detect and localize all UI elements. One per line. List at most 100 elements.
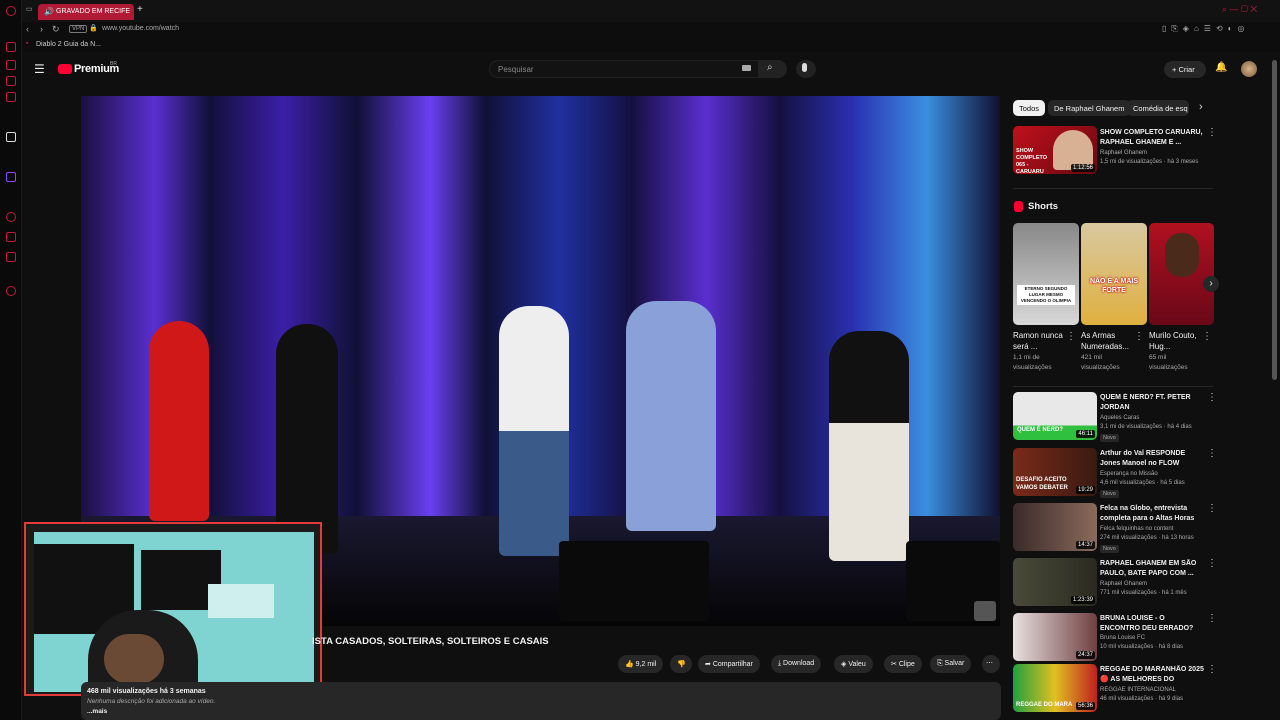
video-channel[interactable]: Bruna Louise FC: [1100, 635, 1145, 641]
reload-icon[interactable]: ↻: [52, 24, 60, 35]
messenger-icon[interactable]: [6, 60, 16, 70]
video-thumbnail[interactable]: SHOW COMPLETO 065 - CARUARU 1:12:56: [1013, 126, 1097, 174]
clipboard-icon[interactable]: [6, 92, 16, 102]
short-menu-icon[interactable]: ⋮: [1134, 331, 1144, 342]
short-title[interactable]: Ramon nunca será ...: [1013, 330, 1073, 352]
video-menu-icon[interactable]: ⋮: [1207, 503, 1217, 514]
mic-button[interactable]: [796, 60, 816, 78]
video-channel[interactable]: Raphael Ghanem: [1100, 581, 1147, 587]
webcam-face: [104, 634, 164, 684]
shorts-next-icon[interactable]: ›: [1203, 276, 1219, 292]
search-button[interactable]: ⌕: [759, 60, 787, 78]
more-actions-button[interactable]: ⋯: [982, 655, 1000, 673]
video-thumbnail[interactable]: 14:37: [1013, 503, 1097, 551]
short-title[interactable]: As Armas Numeradas...: [1081, 330, 1141, 352]
video-title-rec[interactable]: Felca na Globo, entrevista completa para…: [1100, 504, 1204, 524]
video-title-rec[interactable]: RAPHAEL GHANEM EM SÃO PAULO, BATE PAPO C…: [1100, 559, 1204, 579]
like-button[interactable]: 👍 9,2 mil: [618, 655, 664, 673]
short-thumb-text: ETERNO SEGUNDO LUGAR MESMO VENCENDO O OL…: [1017, 285, 1075, 305]
browser-logo-icon[interactable]: [6, 6, 16, 16]
url-input[interactable]: www.youtube.com/watch: [102, 25, 179, 32]
video-thumbnail[interactable]: QUEM É NERD? 46:11: [1013, 392, 1097, 440]
video-meta: 1,5 mi de visualizações · há 3 meses: [1100, 159, 1199, 165]
video-menu-icon[interactable]: ⋮: [1207, 558, 1217, 569]
bookmark-item[interactable]: Diablo 2 Guia da N...: [36, 41, 101, 48]
youtube-logo-icon[interactable]: [58, 64, 72, 74]
video-title-rec[interactable]: REGGAE DO MARANHÃO 2025 🔴 AS MELHORES DO…: [1100, 665, 1204, 685]
workspace-icon[interactable]: [6, 42, 16, 52]
video-title-rec[interactable]: SHOW COMPLETO CARUARU, RAPHAEL GHANEM E …: [1100, 128, 1204, 148]
short-meta-2: visualizações: [1149, 364, 1188, 371]
short-meta-1: 1,1 mi de: [1013, 354, 1040, 361]
video-channel[interactable]: Esperança no Missão: [1100, 471, 1158, 477]
description-more[interactable]: ...mais: [87, 708, 107, 715]
window-controls[interactable]: ⌕ — ▢ ✕: [1222, 4, 1257, 15]
video-menu-icon[interactable]: ⋮: [1207, 613, 1217, 624]
notifications-icon[interactable]: 🔔: [1215, 62, 1227, 73]
avatar[interactable]: [1241, 61, 1257, 77]
menu-icon[interactable]: ☰: [34, 62, 45, 76]
short-face: [1165, 233, 1199, 277]
chips-next-icon[interactable]: ›: [1199, 101, 1203, 113]
downloads-icon[interactable]: [6, 232, 16, 242]
page-scrollbar[interactable]: [1272, 60, 1277, 380]
short-title[interactable]: Murilo Couto, Hug...: [1149, 330, 1209, 352]
short-menu-icon[interactable]: ⋮: [1202, 331, 1212, 342]
search-icon: ⌕: [767, 62, 773, 73]
search-input[interactable]: Pesquisar: [489, 60, 759, 78]
vpn-badge[interactable]: VPN: [69, 25, 88, 33]
share-button[interactable]: ➦ Compartilhar: [698, 655, 760, 673]
new-tab-button[interactable]: +: [137, 4, 143, 15]
video-menu-icon[interactable]: ⋮: [1207, 127, 1217, 138]
video-menu-icon[interactable]: ⋮: [1207, 448, 1217, 459]
whatsapp-icon[interactable]: [6, 76, 16, 86]
tab-bar: ▭ 🔊 GRAVADO EM RECIFE + ⌕ — ▢ ✕: [22, 0, 1280, 22]
video-title-rec[interactable]: QUEM É NERD? FT. PETER JORDAN: [1100, 393, 1204, 413]
create-label: Criar: [1178, 65, 1195, 74]
short-thumbnail[interactable]: ETERNO SEGUNDO LUGAR MESMO VENCENDO O OL…: [1013, 223, 1079, 325]
chip-all[interactable]: Todos: [1013, 100, 1046, 116]
new-badge: Novo: [1100, 545, 1119, 553]
video-thumbnail[interactable]: 24:37: [1013, 613, 1097, 661]
settings-icon[interactable]: [6, 286, 16, 296]
short-menu-icon[interactable]: ⋮: [1066, 331, 1076, 342]
short-thumbnail[interactable]: [1149, 223, 1214, 325]
chip-from-channel[interactable]: De Raphael Ghanem: [1048, 100, 1131, 116]
create-button[interactable]: + Criar: [1164, 61, 1206, 78]
tab-strip-icon[interactable]: ▭: [26, 5, 33, 13]
video-menu-icon[interactable]: ⋮: [1207, 392, 1217, 403]
extension-icons[interactable]: ▯⎘◈⌂☰⟲◐◎: [1162, 24, 1249, 34]
divider: [1013, 188, 1213, 189]
thanks-button[interactable]: ◈ Valeu: [834, 655, 873, 673]
video-channel[interactable]: Aqueles Caras: [1100, 415, 1139, 421]
forward-icon[interactable]: ›: [40, 24, 43, 34]
video-title-rec[interactable]: Arthur do Val RESPONDE Jones Manoel no F…: [1100, 449, 1204, 469]
shorts-heading: Shorts: [1028, 201, 1059, 212]
notes-icon[interactable]: [6, 252, 16, 262]
video-channel[interactable]: REGGAE INTERNACIONAL: [1100, 687, 1176, 693]
artifact-icon[interactable]: [6, 132, 16, 142]
clip-button[interactable]: ✂ Clipe: [884, 655, 922, 673]
short-meta-1: 421 mil: [1081, 354, 1102, 361]
history-icon[interactable]: [6, 212, 16, 222]
video-thumbnail[interactable]: DESAFIO ACEITO VAMOS DEBATER 19:29: [1013, 448, 1097, 496]
short-thumbnail[interactable]: NÃO É A MAIS FORTE: [1081, 223, 1147, 325]
twitch-icon[interactable]: [6, 172, 16, 182]
video-channel[interactable]: Raphael Ghanem: [1100, 150, 1147, 156]
description-box[interactable]: 468 mil visualizações há 3 semanas Nenhu…: [81, 682, 1001, 720]
keyboard-icon[interactable]: [742, 65, 751, 71]
video-thumbnail[interactable]: 1:23:39: [1013, 558, 1097, 606]
short-meta-1: 65 mil: [1149, 354, 1167, 361]
chip-comedy[interactable]: Comédia de esq: [1127, 100, 1189, 116]
logo-country: BR: [110, 61, 117, 67]
video-thumbnail[interactable]: REGGAE DO MARA 56:36: [1013, 664, 1097, 712]
tab-active[interactable]: 🔊 GRAVADO EM RECIFE: [38, 4, 134, 20]
dislike-button[interactable]: 👎: [670, 655, 692, 673]
video-title-rec[interactable]: BRUNA LOUISE - O ENCONTRO DEU ERRADO?: [1100, 614, 1204, 634]
video-menu-icon[interactable]: ⋮: [1207, 664, 1217, 675]
download-button[interactable]: ⤓ Download: [771, 655, 822, 673]
save-button[interactable]: ⎘ Salvar: [930, 655, 972, 673]
back-icon[interactable]: ‹: [26, 24, 29, 34]
video-channel[interactable]: Felca felquinhas no content: [1100, 526, 1173, 532]
performer-woman-black: [276, 324, 338, 554]
